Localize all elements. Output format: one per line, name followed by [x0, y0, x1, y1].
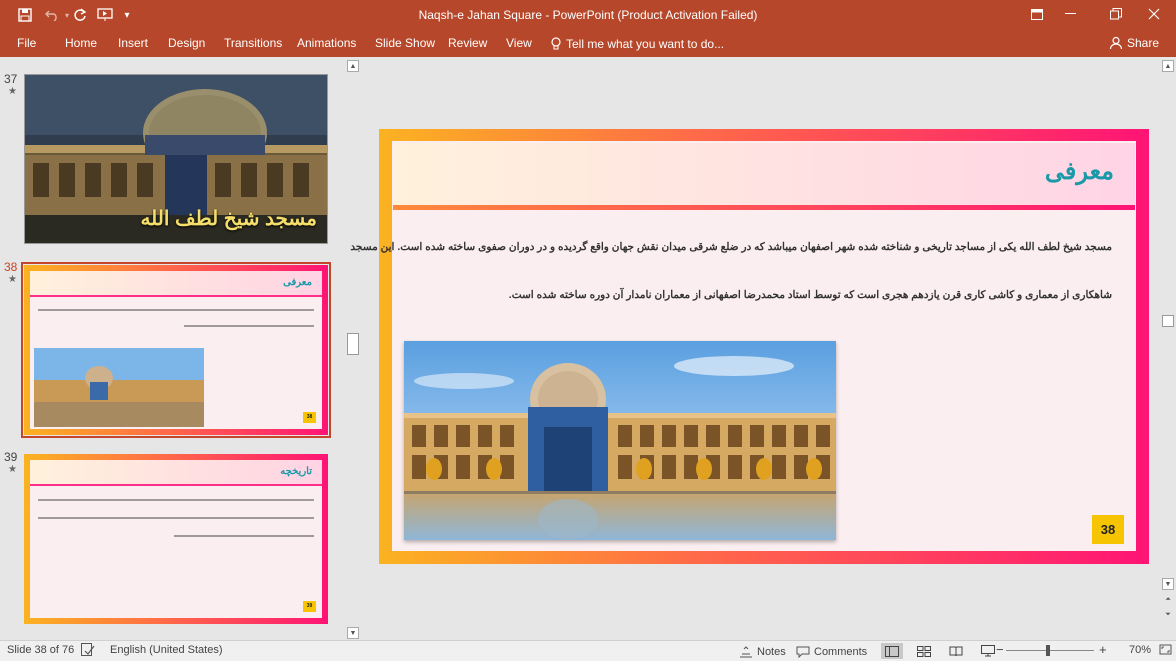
tab-view[interactable]: View — [506, 34, 532, 53]
tab-design[interactable]: Design — [168, 34, 205, 53]
slide-number-badge: 38 — [1092, 515, 1124, 544]
zoom-slider-handle[interactable] — [1046, 645, 1050, 656]
thumbnail-slide-37[interactable]: مسجد شیخ لطف الله — [24, 74, 328, 244]
tell-me-box[interactable]: Tell me what you want to do... — [551, 34, 724, 53]
close-icon[interactable] — [1137, 2, 1171, 26]
ribbon-tabs: File Home Insert Design Transitions Anim… — [0, 30, 1176, 57]
next-slide-icon[interactable]: ⏷ — [1162, 609, 1174, 621]
thumbnail-badge: 38 — [303, 412, 316, 423]
slide-counter: Slide 38 of 76 — [7, 644, 75, 656]
slide-thumbnails-pane: 37 ★ مسجد شیخ لطف الله 38 ★ معرفی 38 39 … — [0, 57, 362, 639]
animation-star-icon: ★ — [8, 274, 17, 285]
share-label: Share — [1126, 36, 1159, 50]
restore-icon[interactable] — [1099, 2, 1133, 26]
zoom-out-button[interactable]: − — [996, 642, 1004, 657]
animation-star-icon: ★ — [8, 86, 17, 97]
slide-paragraph-line-2[interactable]: شاهکاری از معماری و کاشی کاری قرن یازدهم… — [509, 289, 1112, 301]
undo-icon[interactable] — [42, 5, 62, 25]
thumbnail-text-line — [38, 309, 314, 311]
thumbnail-scrollbar[interactable]: ▲ ▼ — [346, 57, 361, 639]
header-divider — [393, 205, 1135, 210]
notes-label: Notes — [757, 645, 786, 658]
zoom-level[interactable]: 70% — [1129, 644, 1151, 656]
document-title: Naqsh-e Jahan Square - PowerPoint (Produ… — [418, 8, 758, 22]
thumbnail-slide-38[interactable]: معرفی 38 — [24, 265, 328, 435]
thumbnail-header: تاریخچه — [30, 460, 322, 486]
powerpoint-window: ▾ ▾ Naqsh-e Jahan Square - PowerPoint (P… — [0, 0, 1176, 661]
thumbnail-text-line — [38, 499, 314, 501]
tell-me-text: Tell me what you want to do... — [566, 36, 725, 51]
thumbnail-badge: 39 — [303, 601, 316, 612]
comments-button[interactable]: Comments — [796, 643, 867, 660]
scroll-down-icon[interactable]: ▼ — [347, 627, 359, 639]
slide-sorter-icon[interactable] — [913, 643, 935, 659]
lightbulb-icon — [551, 36, 561, 49]
start-from-beginning-icon[interactable] — [95, 5, 115, 25]
thumbnail-title: مسجد شیخ لطف الله — [140, 208, 317, 230]
current-slide: معرفی مسجد شیخ لطف الله یکی از مساجد تار… — [350, 129, 1149, 564]
user-icon — [1109, 36, 1123, 50]
tab-slide-show[interactable]: Slide Show — [375, 34, 435, 53]
mosque-square-image — [404, 341, 836, 540]
thumbnail-text-line — [38, 517, 314, 519]
thumbnail-text-line — [184, 325, 314, 327]
thumbnail-slide-39[interactable]: تاریخچه 39 — [24, 454, 328, 624]
status-bar: Slide 38 of 76 English (United States) N… — [0, 640, 1176, 661]
comments-label: Comments — [814, 645, 868, 658]
title-bar: ▾ ▾ Naqsh-e Jahan Square - PowerPoint (P… — [0, 0, 1176, 30]
scroll-thumb[interactable] — [347, 333, 359, 355]
zoom-slider[interactable] — [1006, 650, 1094, 651]
notes-button[interactable]: Notes — [739, 643, 786, 660]
comment-icon — [796, 646, 810, 658]
scroll-thumb[interactable] — [1162, 315, 1174, 327]
previous-slide-icon[interactable]: ⏶ — [1162, 594, 1174, 606]
language-status[interactable]: English (United States) — [110, 644, 223, 656]
scroll-down-icon[interactable]: ▼ — [1162, 578, 1174, 590]
slide-scrollbar[interactable]: ▲ ▼ ⏶ ⏷ — [1161, 57, 1176, 639]
thumbnail-header: معرفی — [30, 271, 322, 297]
thumbnail-title: تاریخچه — [280, 466, 312, 477]
zoom-in-button[interactable]: + — [1099, 642, 1107, 657]
minimize-icon[interactable] — [1054, 2, 1088, 26]
animation-star-icon: ★ — [8, 464, 17, 475]
normal-view-icon[interactable] — [881, 643, 903, 659]
square-photo-thumbnail — [34, 348, 204, 427]
slide-title[interactable]: معرفی — [1045, 157, 1114, 186]
notes-icon — [740, 645, 752, 657]
slide-number-39: 39 — [4, 450, 18, 464]
customize-toolbar-icon[interactable]: ▾ — [120, 5, 134, 25]
thumbnail-title: معرفی — [283, 277, 312, 288]
scroll-up-icon[interactable]: ▲ — [1162, 60, 1174, 72]
tab-transitions[interactable]: Transitions — [224, 34, 282, 53]
slide-header-bar — [393, 143, 1135, 205]
save-icon[interactable] — [16, 5, 34, 25]
slide-number-37: 37 — [4, 72, 18, 86]
ribbon-display-options-icon[interactable] — [1020, 2, 1054, 26]
slide-paragraph-line-1[interactable]: مسجد شیخ لطف الله یکی از مساجد تاریخی و … — [350, 241, 1112, 253]
tab-review[interactable]: Review — [448, 34, 487, 53]
thumbnail-text-line — [174, 535, 314, 537]
slide-number-38: 38 — [4, 260, 18, 274]
fit-slide-icon[interactable] — [1159, 643, 1172, 659]
redo-icon[interactable] — [70, 5, 90, 25]
tab-insert[interactable]: Insert — [118, 34, 148, 53]
reading-view-icon[interactable] — [945, 643, 967, 659]
share-button[interactable]: Share — [1109, 31, 1159, 55]
scroll-up-icon[interactable]: ▲ — [347, 60, 359, 72]
spell-check-icon[interactable] — [81, 643, 95, 659]
tab-file[interactable]: File — [17, 34, 36, 53]
tab-animations[interactable]: Animations — [297, 34, 356, 53]
tab-home[interactable]: Home — [65, 34, 97, 53]
naqsh-e-jahan-photo[interactable] — [404, 341, 836, 540]
